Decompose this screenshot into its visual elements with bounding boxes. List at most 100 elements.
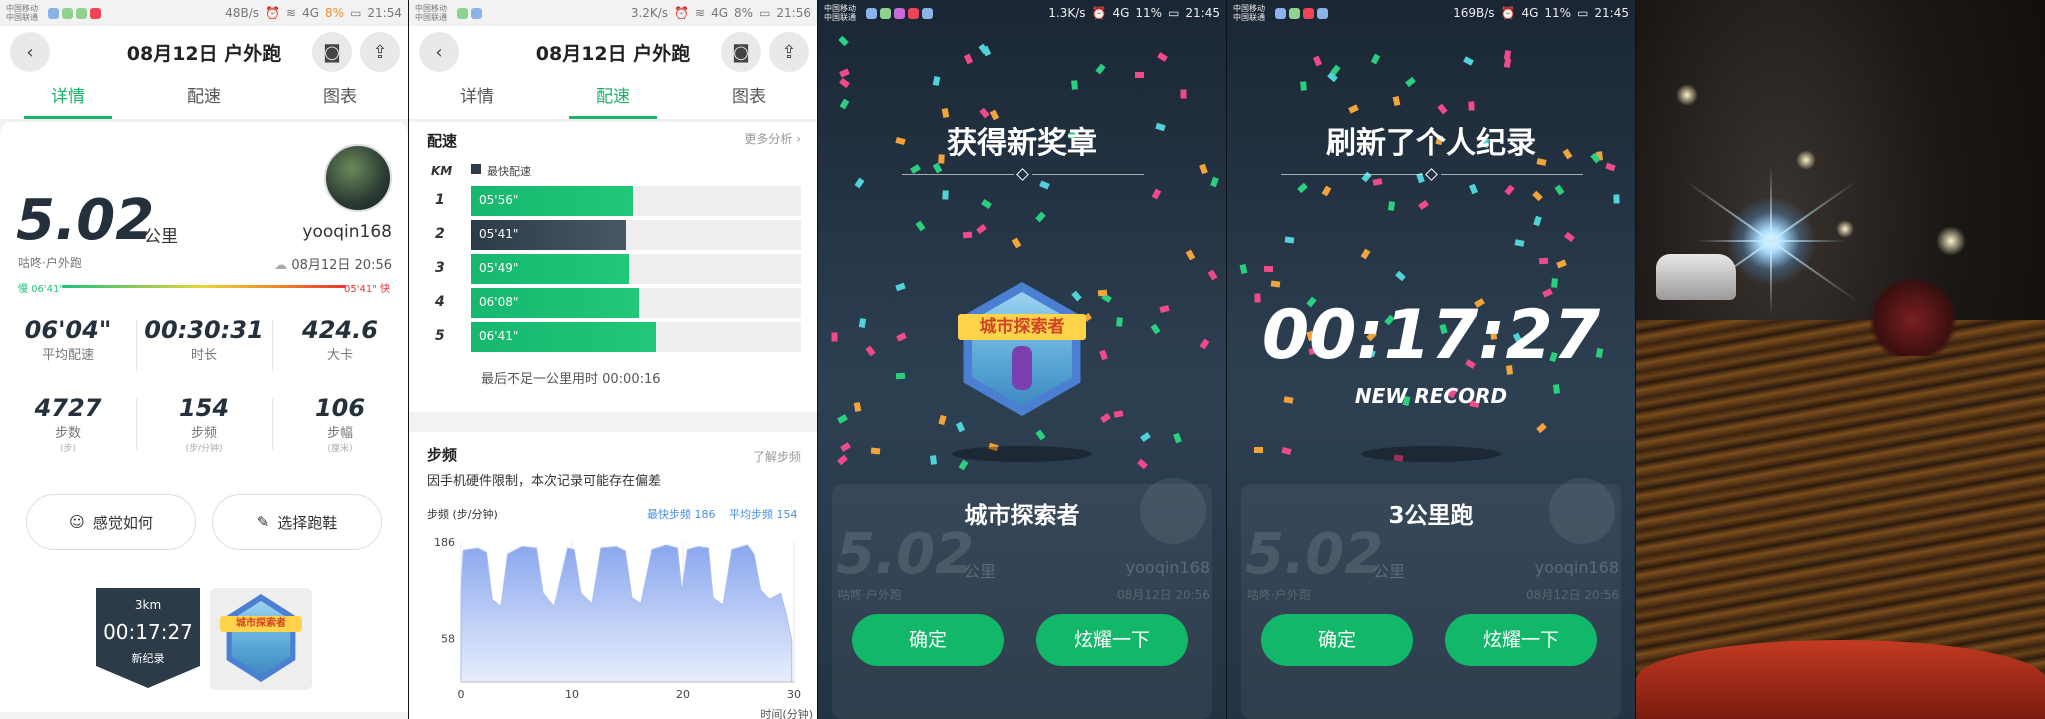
badge-banner: 城市探索者: [220, 616, 302, 632]
tab-details[interactable]: 详情: [0, 78, 136, 119]
pace-value: 05'49": [479, 261, 519, 275]
summary-card: 5.02 公里 yooqin168 咕咚·户外跑 ☁ 08月12日 20:56 …: [0, 122, 408, 712]
shoe-button[interactable]: ✎ 选择跑鞋: [212, 494, 382, 550]
confetti-piece: [1210, 176, 1220, 188]
wifi-icon: ≋: [695, 6, 706, 20]
carrier-label: 中国移动 中国联通: [6, 4, 38, 22]
username: yooqin168: [1125, 558, 1210, 577]
explorer-badge[interactable]: 城市探索者: [210, 588, 312, 690]
fastest-legend-label: 最快配速: [487, 165, 531, 178]
smiley-icon: ☺: [69, 513, 85, 531]
tab-bar: 详情 配速 图表: [0, 78, 408, 120]
confetti-piece: [1156, 52, 1168, 63]
confetti-piece: [981, 199, 993, 210]
network-type: 4G: [1112, 6, 1130, 20]
confetti-piece: [1392, 96, 1401, 107]
confetti-piece: [930, 455, 938, 466]
confetti-piece: [932, 162, 943, 174]
notification-icons: [866, 7, 933, 19]
clock: 21:45: [1185, 6, 1220, 20]
confetti-piece: [1099, 412, 1111, 423]
confetti-piece: [895, 282, 906, 292]
stat-calories: 424.6 大卡: [272, 312, 408, 384]
network-speed: 169B/s: [1453, 6, 1495, 20]
share-icon[interactable]: ⇪: [769, 32, 809, 72]
pace-row: 1 05'56": [409, 186, 817, 216]
pace-km: 2: [435, 226, 445, 242]
feel-button[interactable]: ☺ 感觉如何: [26, 494, 196, 550]
confetti-piece: [1564, 231, 1575, 243]
pen-icon: ✎: [256, 513, 270, 531]
confetti-piece: [1140, 432, 1152, 443]
remaining-note: 最后不足一公里用时 00:00:16: [481, 372, 661, 387]
confetti-piece: [910, 164, 921, 175]
battery-percent: 8%: [734, 6, 754, 20]
distance-value: 5.02: [1245, 522, 1384, 587]
pace-row: 3 05'49": [409, 254, 817, 284]
confetti-piece: [870, 447, 880, 455]
confetti-piece: [831, 332, 838, 342]
network-type: 4G: [302, 6, 320, 20]
tab-bar: 详情 配速 图表: [409, 78, 817, 120]
confirm-button[interactable]: 确定: [1261, 614, 1413, 666]
slow-pace-label: 慢 06'41": [18, 284, 64, 295]
distance-value: 5.02: [16, 188, 155, 253]
confetti-piece: [1264, 266, 1274, 273]
wifi-icon: ≋: [286, 6, 297, 20]
confetti-piece: [1285, 236, 1295, 244]
confetti-piece: [1135, 72, 1145, 79]
status-bar: 中国移动 中国联通 48B/s ⏰ ≋ 4G 8% ▭ 21:54: [0, 0, 408, 26]
camera-icon[interactable]: ◙: [721, 32, 761, 72]
tab-pace[interactable]: 配速: [545, 78, 681, 119]
username: yooqin168: [302, 222, 392, 242]
record-time: 00:17:27: [1261, 296, 1601, 375]
sport-label: 咕咚·户外跑: [838, 588, 902, 602]
confetti-piece: [1239, 263, 1248, 274]
confetti-piece: [1270, 280, 1281, 288]
x-tick-label: 30: [787, 688, 801, 701]
tab-pace[interactable]: 配速: [136, 78, 272, 119]
camera-icon[interactable]: ◙: [312, 32, 352, 72]
stat-avg-pace: 06'04" 平均配速: [24, 316, 112, 363]
avatar[interactable]: [324, 144, 392, 212]
new-record-label: NEW RECORD: [1354, 384, 1508, 408]
confetti-piece: [1071, 80, 1079, 90]
pace-row: 5 06'41": [409, 322, 817, 352]
confetti-piece: [1532, 191, 1543, 202]
tab-details[interactable]: 详情: [409, 78, 545, 119]
confetti-piece: [1330, 64, 1341, 76]
confetti-piece: [1514, 238, 1525, 247]
confetti-piece: [1370, 53, 1381, 64]
page-title: 08月12日 户外跑: [126, 42, 282, 65]
confetti-piece: [1159, 305, 1170, 314]
stat-steps: 4727 步数 (步): [34, 394, 102, 454]
share-icon[interactable]: ⇪: [360, 32, 400, 72]
confetti-piece: [1180, 89, 1187, 99]
confirm-button[interactable]: 确定: [852, 614, 1004, 666]
confetti-piece: [838, 35, 849, 47]
confetti-piece: [1151, 188, 1162, 200]
confetti-piece: [896, 331, 908, 342]
confetti-piece: [1011, 237, 1022, 249]
pace-value: 05'41": [479, 227, 519, 241]
record-name: 3公里跑: [1388, 503, 1474, 529]
tab-charts[interactable]: 图表: [272, 78, 408, 119]
back-icon[interactable]: ‹: [10, 32, 50, 72]
more-analysis-link[interactable]: 更多分析 ›: [744, 130, 801, 147]
record-medal[interactable]: 3km 00:17:27 新纪录: [96, 588, 200, 688]
pace-km: 1: [435, 192, 445, 208]
tab-charts[interactable]: 图表: [681, 78, 817, 119]
show-off-button[interactable]: 炫耀一下: [1036, 614, 1188, 666]
nav-bar: ‹ 08月12日 户外跑 ◙ ⇪: [0, 26, 408, 78]
confetti-piece: [1604, 162, 1616, 172]
learn-cadence-link[interactable]: 了解步频: [753, 448, 801, 465]
notification-icons: [1275, 7, 1328, 19]
clock: 21:45: [1594, 6, 1629, 20]
cadence-title: 步频: [427, 446, 458, 464]
back-icon[interactable]: ‹: [419, 32, 459, 72]
confetti-piece: [854, 401, 862, 412]
confetti-piece: [1395, 270, 1406, 281]
confetti-piece: [1207, 269, 1218, 281]
show-off-button[interactable]: 炫耀一下: [1445, 614, 1597, 666]
confetti-piece: [963, 231, 973, 239]
